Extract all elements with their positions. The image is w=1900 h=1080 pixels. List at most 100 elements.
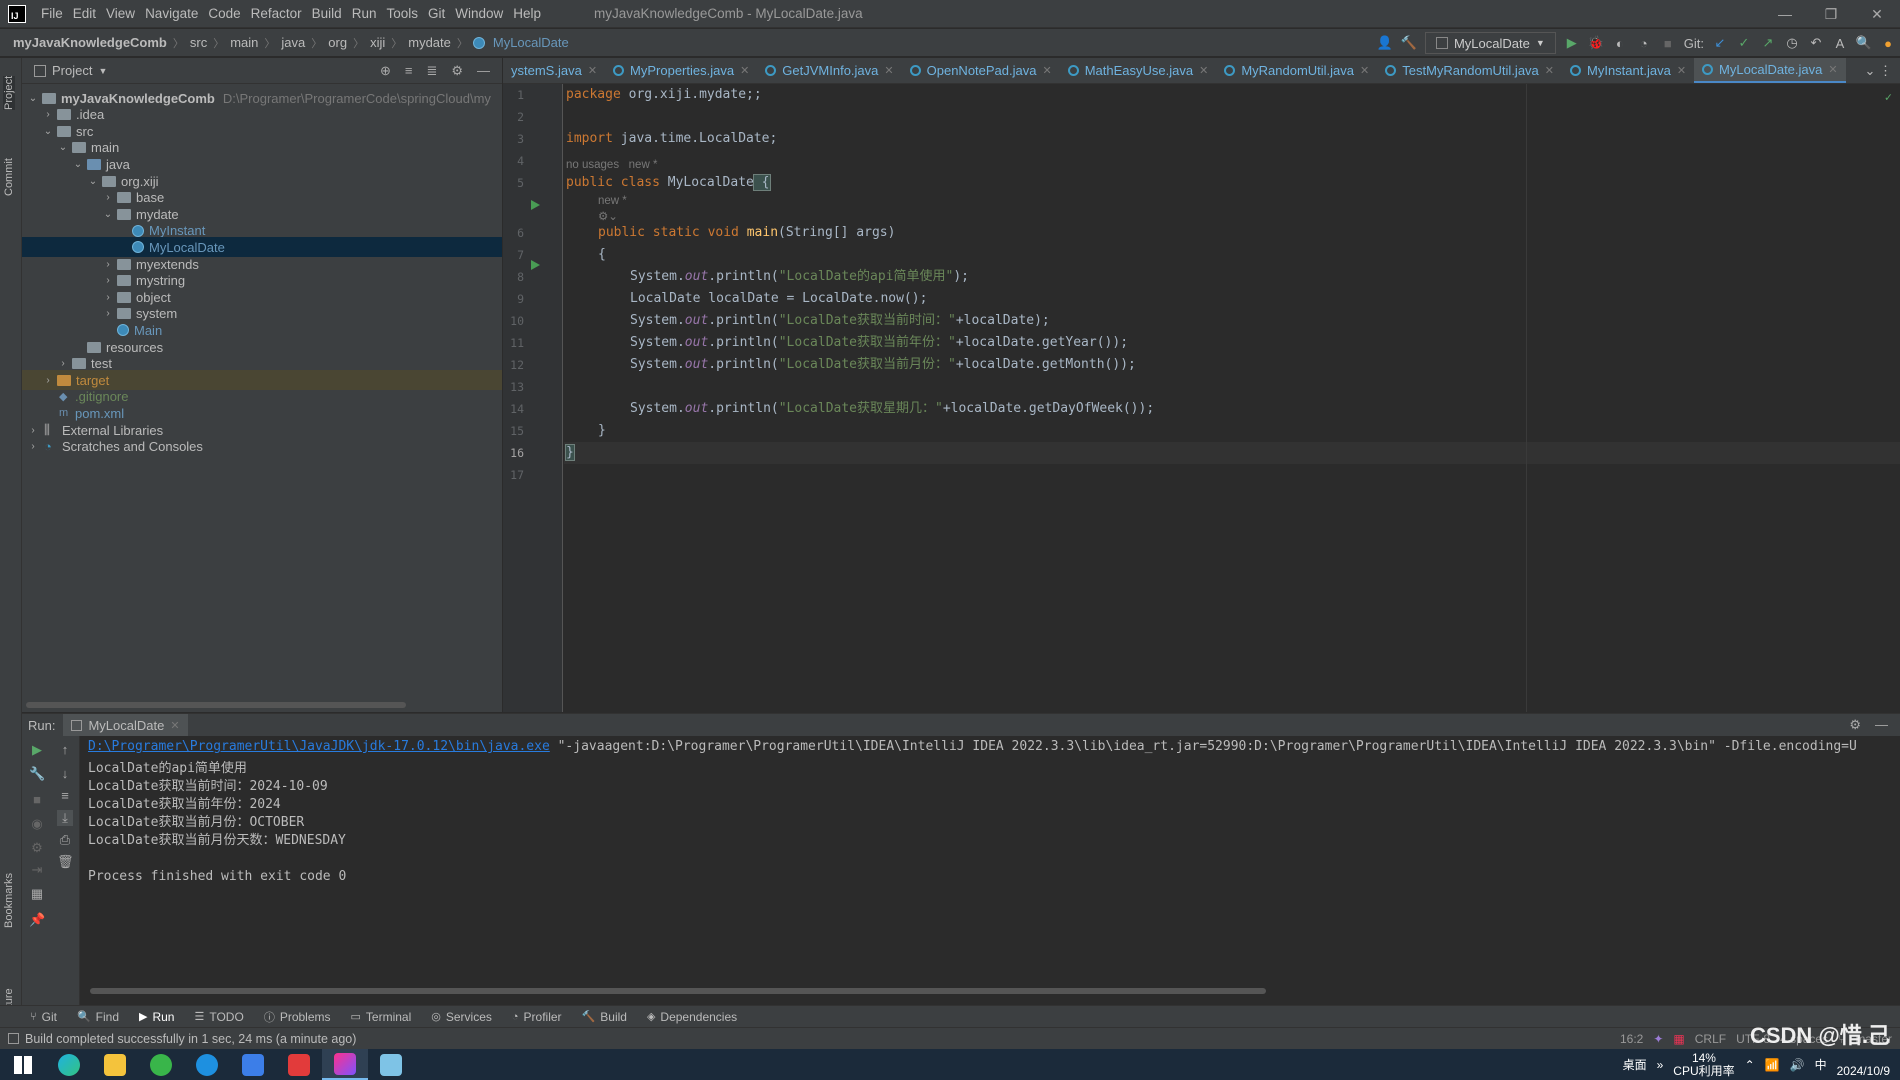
- arrow-down-icon[interactable]: ↓: [57, 766, 73, 782]
- ime-indicator[interactable]: 中: [1815, 1056, 1827, 1073]
- breadcrumb-item[interactable]: main: [227, 35, 261, 50]
- tool-window-terminal[interactable]: ▭ Terminal: [351, 1010, 412, 1024]
- git-update-icon[interactable]: ↙: [1712, 35, 1728, 51]
- debug-icon[interactable]: 🐞: [1588, 35, 1604, 51]
- caret-position[interactable]: 16:2: [1620, 1032, 1643, 1046]
- editor-tab[interactable]: MyInstant.java ✕: [1562, 58, 1694, 83]
- tool-window-run[interactable]: ▶ Run: [139, 1010, 174, 1024]
- breadcrumb-item[interactable]: java: [278, 35, 308, 50]
- print-icon[interactable]: ⎙: [57, 832, 73, 848]
- build-hammer-icon[interactable]: 🔨: [1401, 35, 1417, 51]
- project-tool-button[interactable]: Project: [3, 75, 15, 110]
- bookmarks-tool-button[interactable]: Bookmarks: [3, 873, 15, 928]
- close-tab-icon[interactable]: ✕: [170, 719, 179, 732]
- breadcrumb-item[interactable]: mydate: [405, 35, 454, 50]
- close-tab-icon[interactable]: ✕: [1545, 64, 1554, 77]
- console-output[interactable]: D:\Programer\ProgramerUtil\JavaJDK\jdk-1…: [88, 736, 1900, 984]
- chevron-right-icon[interactable]: ›: [101, 308, 115, 319]
- history-icon[interactable]: ◷: [1784, 35, 1800, 51]
- feishu-icon[interactable]: [230, 1049, 276, 1080]
- run-config-selector[interactable]: MyLocalDate ▼: [1424, 32, 1556, 54]
- menu-window[interactable]: Window: [450, 6, 508, 21]
- browser-360-icon[interactable]: [138, 1049, 184, 1080]
- locate-icon[interactable]: ⊕: [380, 63, 391, 79]
- close-tab-icon[interactable]: ✕: [1042, 64, 1051, 77]
- chevron-right-icon[interactable]: »: [1657, 1058, 1664, 1072]
- user-icon[interactable]: 👤: [1377, 35, 1393, 51]
- chevron-right-icon[interactable]: ›: [101, 275, 115, 286]
- editor-tab[interactable]: OpenNotePad.java ✕: [902, 58, 1060, 83]
- chevron-down-icon[interactable]: ▼: [98, 66, 107, 76]
- close-tab-icon[interactable]: ✕: [588, 64, 597, 77]
- editor-tab[interactable]: MyProperties.java ✕: [605, 58, 757, 83]
- profile-icon[interactable]: ◔: [1636, 35, 1652, 51]
- tool-window-profiler[interactable]: ◔ Profiler: [512, 1010, 562, 1024]
- menu-navigate[interactable]: Navigate: [140, 6, 203, 21]
- java-exe-link[interactable]: D:\Programer\ProgramerUtil\JavaJDK\jdk-1…: [88, 739, 550, 754]
- tabs-overflow-icon[interactable]: ⌄ ⋮: [1856, 58, 1900, 83]
- run-class-gutter-icon[interactable]: [531, 200, 540, 210]
- inspection-ok-icon[interactable]: ✓: [1885, 90, 1892, 104]
- git-push-icon[interactable]: ↗: [1760, 35, 1776, 51]
- cpu-widget[interactable]: 14% CPU利用率: [1673, 1051, 1734, 1078]
- menu-git[interactable]: Git: [423, 6, 450, 21]
- breadcrumb-item[interactable]: myJavaKnowledgeComb: [10, 35, 170, 50]
- menu-build[interactable]: Build: [307, 6, 347, 21]
- tool-window-dependencies[interactable]: ◈ Dependencies: [647, 1010, 737, 1024]
- editor-tab[interactable]: GetJVMInfo.java ✕: [757, 58, 901, 83]
- arrow-up-icon[interactable]: ↑: [57, 742, 73, 758]
- breadcrumb-item[interactable]: src: [187, 35, 210, 50]
- minimize-icon[interactable]: —: [1762, 0, 1808, 28]
- translate-icon[interactable]: A: [1832, 35, 1848, 51]
- close-tab-icon[interactable]: ✕: [1677, 64, 1686, 77]
- menu-run[interactable]: Run: [347, 6, 382, 21]
- exit-icon[interactable]: ⇥: [29, 862, 45, 878]
- desktop-label[interactable]: 桌面: [1623, 1056, 1647, 1073]
- stop-icon[interactable]: ■: [29, 792, 45, 808]
- stop-icon[interactable]: ■: [1660, 35, 1676, 51]
- trash-icon[interactable]: 🗑: [57, 854, 74, 870]
- menu-file[interactable]: File: [36, 6, 68, 21]
- status-message[interactable]: Build completed successfully in 1 sec, 2…: [25, 1032, 356, 1046]
- tree-item[interactable]: › ◔ Scratches and Consoles: [22, 437, 502, 457]
- plugin-icon[interactable]: ✦: [1653, 1032, 1663, 1046]
- editor-tab[interactable]: MyLocalDate.java ✕: [1694, 58, 1846, 83]
- menu-help[interactable]: Help: [508, 6, 546, 21]
- menu-edit[interactable]: Edit: [68, 6, 101, 21]
- camera-icon[interactable]: ◉: [29, 816, 45, 832]
- layout-icon[interactable]: ▦: [29, 886, 45, 902]
- expand-all-icon[interactable]: ≡: [405, 63, 413, 79]
- git-commit-icon[interactable]: ✓: [1736, 35, 1752, 51]
- search-icon[interactable]: 🔍: [1856, 35, 1872, 51]
- tool-window-find[interactable]: 🔍 Find: [77, 1010, 119, 1024]
- soft-wrap-icon[interactable]: ≡: [57, 788, 73, 804]
- breadcrumb-item[interactable]: xiji: [367, 35, 388, 50]
- volume-icon[interactable]: 🔊: [1790, 1058, 1805, 1072]
- close-tab-icon[interactable]: ✕: [1828, 63, 1837, 76]
- intellij-logo-icon[interactable]: IJ: [8, 4, 26, 23]
- tool-window-todo[interactable]: ☰ TODO: [194, 1010, 243, 1024]
- settings-gear-icon[interactable]: ⚙: [451, 63, 463, 79]
- menu-tools[interactable]: Tools: [381, 6, 423, 21]
- chevron-down-icon[interactable]: ⌄: [101, 209, 115, 220]
- menu-code[interactable]: Code: [203, 6, 245, 21]
- clock[interactable]: CSDN @惜.己 2024/10/9: [1750, 1025, 1890, 1078]
- chevron-down-icon[interactable]: ⌄: [56, 142, 70, 153]
- tool-window-services[interactable]: ◎ Services: [431, 1010, 492, 1024]
- chevron-down-icon[interactable]: ⌄: [41, 126, 55, 137]
- tool-window-problems[interactable]: ⓘ Problems: [264, 1009, 331, 1025]
- editor-tab[interactable]: MathEasyUse.java ✕: [1060, 58, 1217, 83]
- chevron-right-icon[interactable]: ›: [41, 375, 55, 386]
- pin-icon[interactable]: 📌: [29, 912, 45, 928]
- coverage-icon[interactable]: ◐: [1612, 35, 1628, 51]
- status-toggle-icon[interactable]: [8, 1033, 19, 1044]
- editor-tab[interactable]: ystemS.java ✕: [503, 58, 605, 83]
- line-separator[interactable]: CRLF: [1695, 1032, 1726, 1046]
- netease-music-icon[interactable]: [276, 1049, 322, 1080]
- run-icon[interactable]: ▶: [1564, 35, 1580, 51]
- close-icon[interactable]: ✕: [1854, 0, 1900, 28]
- chevron-right-icon[interactable]: ›: [101, 192, 115, 203]
- chevron-down-icon[interactable]: ⌄: [71, 159, 85, 170]
- menu-view[interactable]: View: [101, 6, 140, 21]
- console-scrollbar[interactable]: [90, 988, 1266, 994]
